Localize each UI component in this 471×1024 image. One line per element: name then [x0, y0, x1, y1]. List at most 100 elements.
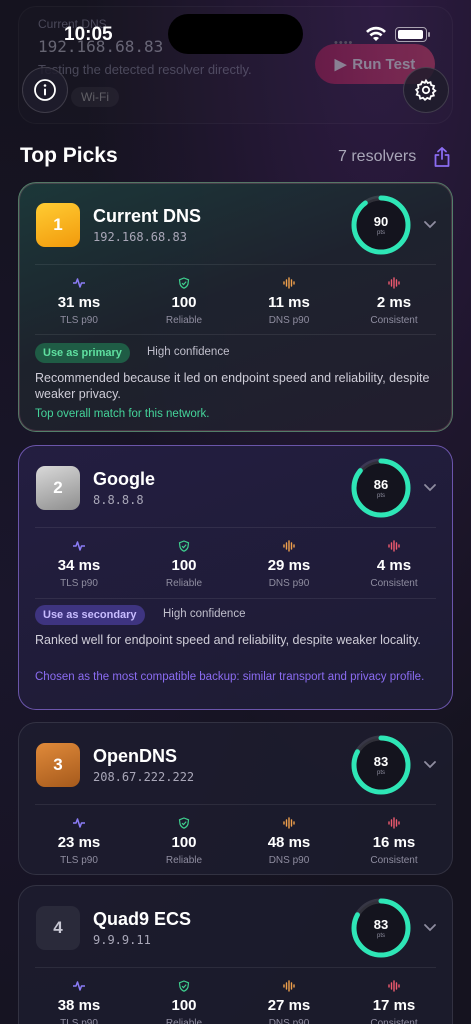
- metric: 11 ms DNS p90: [237, 277, 341, 326]
- metric-label: Consistent: [370, 855, 418, 866]
- confidence-label: High confidence: [147, 346, 230, 358]
- rank-badge: 4: [36, 906, 80, 950]
- divider: [35, 334, 436, 335]
- share-icon[interactable]: [432, 146, 452, 168]
- resolver-card[interactable]: 4 Quad9 ECS 9.9.9.11 83 pts 38 ms TLS p90…: [18, 885, 453, 1024]
- waveform-icon: [342, 277, 446, 289]
- metric: 29 ms DNS p90: [237, 540, 341, 589]
- metric-value: 100: [171, 997, 197, 1014]
- metric-value: 31 ms: [57, 294, 101, 311]
- metric-value: 16 ms: [372, 834, 416, 851]
- resolver-name: Quad9 ECS: [93, 909, 192, 929]
- metric-value: 4 ms: [376, 557, 412, 574]
- metrics-row: 34 ms TLS p90 100 Reliable 29 ms DNS p90 4 ms C…: [19, 540, 454, 600]
- metric-label: DNS p90: [268, 855, 310, 866]
- metric-value: 100: [171, 834, 197, 851]
- metric-label: Reliable: [165, 578, 203, 589]
- metric-label: Consistent: [370, 578, 418, 589]
- metric-value: 2 ms: [376, 294, 412, 311]
- divider: [35, 804, 436, 805]
- resolver-name: OpenDNS: [93, 746, 178, 766]
- metric: 100 Reliable: [132, 980, 236, 1024]
- resolver-ip: 208.67.222.222: [93, 770, 195, 784]
- waveform-icon: [237, 540, 341, 552]
- divider: [35, 967, 436, 968]
- resolver-card[interactable]: 2 Google 8.8.8.8 86 pts 34 ms TLS p90 100 R…: [18, 445, 453, 710]
- resolver-count: 7 resolvers: [338, 148, 417, 165]
- metric-value: 17 ms: [372, 997, 416, 1014]
- current-dns-subtitle: Testing the detected resolver directly.: [38, 62, 252, 77]
- metric-value: 23 ms: [57, 834, 101, 851]
- shield-check-icon: [132, 980, 236, 992]
- info-button[interactable]: [22, 67, 68, 113]
- metric-label: TLS p90: [60, 855, 98, 866]
- pulse-icon: [27, 980, 131, 992]
- chevron-down-icon[interactable]: [423, 759, 437, 769]
- metric: 23 ms TLS p90: [27, 817, 131, 866]
- metrics-row: 31 ms TLS p90 100 Reliable 11 ms DNS p90 2 ms C…: [19, 277, 454, 337]
- chevron-down-icon[interactable]: [423, 219, 437, 229]
- waveform-icon: [342, 980, 446, 992]
- divider: [35, 264, 436, 265]
- metric-label: TLS p90: [60, 315, 98, 326]
- score-unit: pts: [376, 770, 385, 776]
- metric: 17 ms Consistent: [342, 980, 446, 1024]
- score-value: 83: [373, 754, 389, 769]
- score-ring: 90 pts: [349, 193, 413, 257]
- metric: 27 ms DNS p90: [237, 980, 341, 1024]
- waveform-icon: [237, 980, 341, 992]
- recommendation-reason: Recommended because it led on endpoint s…: [35, 371, 430, 401]
- resolver-name: Current DNS: [93, 206, 202, 226]
- metric-value: 34 ms: [57, 557, 101, 574]
- score-value: 90: [373, 214, 389, 229]
- score-unit: pts: [376, 933, 385, 939]
- metric-value: 100: [171, 294, 197, 311]
- pulse-icon: [27, 277, 131, 289]
- pulse-icon: [27, 540, 131, 552]
- score-ring: 83 pts: [349, 733, 413, 797]
- waveform-icon: [342, 817, 446, 829]
- waveform-icon: [342, 540, 446, 552]
- metric-value: 48 ms: [267, 834, 311, 851]
- waveform-icon: [237, 817, 341, 829]
- divider: [35, 598, 436, 599]
- score-ring: 86 pts: [349, 456, 413, 520]
- wifi-icon: [366, 26, 386, 41]
- status-time: 10:05: [64, 24, 113, 45]
- metrics-row: 23 ms TLS p90 100 Reliable 48 ms DNS p90 16 ms…: [19, 817, 454, 877]
- recommendation-chip: Use as secondary: [35, 605, 145, 625]
- resolver-ip: 9.9.9.11: [93, 933, 151, 947]
- resolver-card[interactable]: 1 Current DNS 192.168.68.83 90 pts 31 ms…: [18, 182, 453, 432]
- rank-badge: 3: [36, 743, 80, 787]
- chevron-down-icon[interactable]: [423, 922, 437, 932]
- metric-label: DNS p90: [268, 578, 310, 589]
- waveform-icon: [237, 277, 341, 289]
- section-title: Top Picks: [20, 144, 118, 167]
- divider: [35, 527, 436, 528]
- score-ring: 83 pts: [349, 896, 413, 960]
- metric-label: Reliable: [165, 1018, 203, 1024]
- recommendation-note: Chosen as the most compatible backup: si…: [35, 671, 425, 683]
- gear-icon: [414, 78, 437, 102]
- metric: 100 Reliable: [132, 277, 236, 326]
- rank-badge: 1: [36, 203, 80, 247]
- resolver-ip: 8.8.8.8: [93, 493, 144, 507]
- metrics-row: 38 ms TLS p90 100 Reliable 27 ms DNS p90 17 ms…: [19, 980, 454, 1024]
- metric: 100 Reliable: [132, 540, 236, 589]
- play-icon: ▶: [334, 56, 347, 73]
- resolver-name: Google: [93, 469, 155, 489]
- metric-value: 38 ms: [57, 997, 101, 1014]
- metric-label: Consistent: [370, 315, 418, 326]
- settings-button[interactable]: [403, 67, 449, 113]
- chevron-down-icon[interactable]: [423, 482, 437, 492]
- metric-value: 29 ms: [267, 557, 311, 574]
- confidence-label: High confidence: [163, 608, 246, 620]
- pulse-icon: [27, 817, 131, 829]
- score-unit: pts: [376, 230, 385, 236]
- metric: 38 ms TLS p90: [27, 980, 131, 1024]
- shield-check-icon: [132, 540, 236, 552]
- metric-label: Consistent: [370, 1018, 418, 1024]
- score-value: 83: [373, 917, 389, 932]
- resolver-card[interactable]: 3 OpenDNS 208.67.222.222 83 pts 23 ms TLS…: [18, 722, 453, 875]
- score-unit: pts: [376, 493, 385, 499]
